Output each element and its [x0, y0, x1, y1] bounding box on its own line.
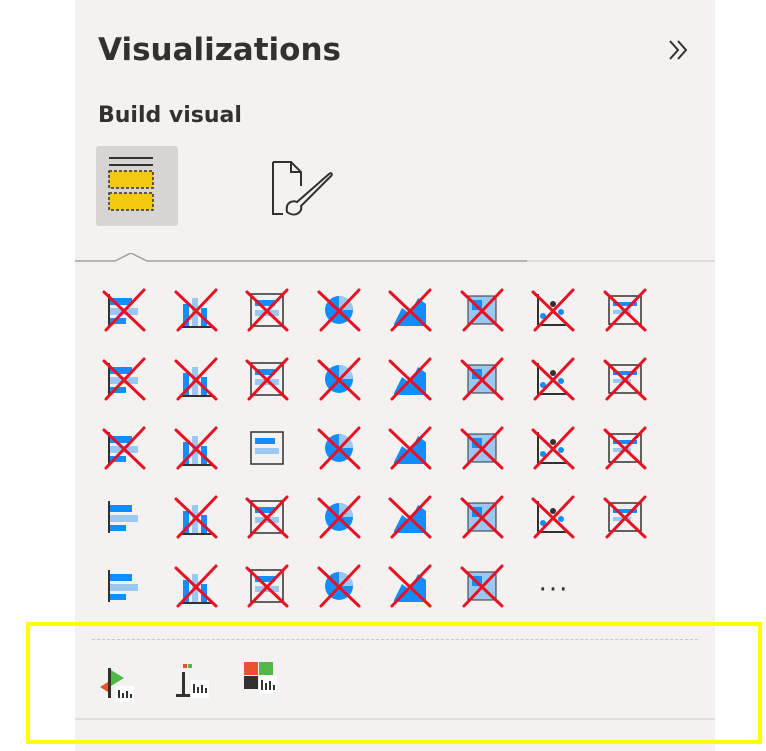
clustered-bar-chart-icon[interactable] [243, 286, 291, 334]
table-icon[interactable] [172, 493, 220, 541]
stacked-bar-chart-icon[interactable] [100, 286, 148, 334]
r-script-visual-icon[interactable] [315, 493, 363, 541]
map-icon[interactable] [243, 424, 291, 472]
line-and-clustered-column-chart-icon[interactable] [243, 355, 291, 403]
power-apps-icon[interactable] [386, 562, 434, 610]
custom-visual-3-icon[interactable] [242, 660, 286, 704]
donut-chart-icon[interactable] [100, 424, 148, 472]
custom-visual-2-icon[interactable] [171, 660, 215, 704]
clustered-column-chart-icon[interactable] [315, 286, 363, 334]
python-visual-icon[interactable] [386, 493, 434, 541]
ribbon-chart-icon[interactable] [315, 355, 363, 403]
gauge-icon[interactable] [386, 424, 434, 472]
stacked-column-chart-icon[interactable] [172, 286, 220, 334]
metrics-icon[interactable] [172, 562, 220, 610]
more-visuals-button[interactable]: ··· [530, 575, 578, 615]
qa-icon[interactable] [601, 493, 649, 541]
matrix-icon[interactable] [243, 493, 291, 541]
smart-narrative-icon[interactable] [100, 562, 148, 610]
pie-chart-icon[interactable] [601, 355, 649, 403]
multi-row-card-icon[interactable] [529, 424, 577, 472]
slicer-icon[interactable] [100, 493, 148, 541]
kpi-icon[interactable] [601, 424, 649, 472]
custom-visual-1-icon[interactable] [98, 660, 142, 704]
filled-map-icon[interactable] [315, 424, 363, 472]
decomposition-tree-icon[interactable] [529, 493, 577, 541]
paginated-report-icon[interactable] [243, 562, 291, 610]
100-stacked-column-chart-icon[interactable] [458, 286, 506, 334]
key-influencers-icon[interactable] [458, 493, 506, 541]
azure-map-icon[interactable] [315, 562, 363, 610]
card-icon[interactable] [458, 424, 506, 472]
stacked-area-chart-icon[interactable] [100, 355, 148, 403]
funnel-icon[interactable] [458, 355, 506, 403]
power-automate-icon[interactable] [458, 562, 506, 610]
line-and-column-chart-icon[interactable] [172, 355, 220, 403]
waterfall-chart-icon[interactable] [386, 355, 434, 403]
line-chart-icon[interactable] [529, 286, 577, 334]
treemap-icon[interactable] [172, 424, 220, 472]
bottom-divider [75, 718, 715, 720]
100-stacked-bar-chart-icon[interactable] [386, 286, 434, 334]
area-chart-icon[interactable] [601, 286, 649, 334]
scatter-chart-icon[interactable] [529, 355, 577, 403]
